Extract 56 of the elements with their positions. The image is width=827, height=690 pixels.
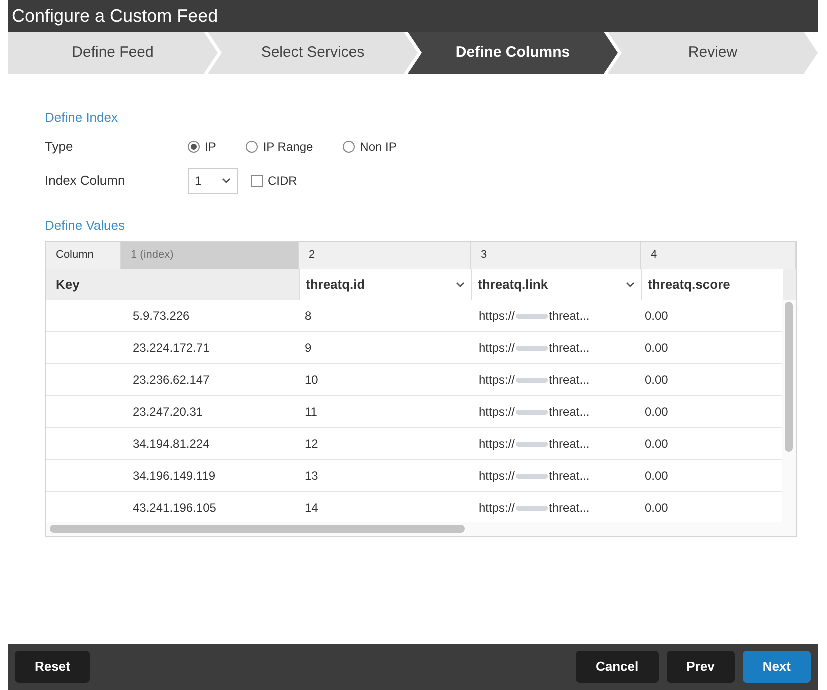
- table-cell-text: 13: [304, 468, 320, 484]
- table-cell-text: 23.247.20.31: [132, 404, 204, 420]
- table-cell-text: 0.00: [644, 308, 670, 324]
- chevron-down-icon: [626, 282, 635, 288]
- table-cell-text: 9: [304, 340, 313, 356]
- table-cell-text: 10: [304, 372, 320, 388]
- link-cell-text: https:// threat...: [478, 436, 591, 452]
- next-button[interactable]: Next: [742, 651, 811, 683]
- link-cell-text: https:// threat...: [478, 468, 591, 484]
- table-cell-text: 34.194.81.224: [132, 436, 211, 452]
- table-cell-text: 8: [304, 308, 313, 324]
- wizard-step-tab[interactable]: Select Services: [208, 32, 418, 74]
- vertical-scrollbar[interactable]: [782, 300, 796, 522]
- table-cell-text: 43.241.196.105: [132, 500, 218, 516]
- table-cell-text: 14: [304, 500, 320, 516]
- table-cell-text: 0.00: [644, 340, 670, 356]
- section-heading: Define Values: [45, 216, 126, 234]
- link-cell-text: https:// threat...: [478, 340, 591, 356]
- radio-option[interactable]: IP: [188, 138, 216, 156]
- table-cell-text: 0.00: [644, 468, 670, 484]
- dialog-button[interactable]: Reset: [15, 651, 90, 683]
- table-cell-text: 34.196.149.119: [132, 468, 217, 484]
- wizard-step-tab[interactable]: Review: [608, 32, 818, 74]
- link-cell-text: https:// threat...: [478, 404, 591, 420]
- section-heading: Define Index: [45, 109, 119, 127]
- wizard-step-tab[interactable]: Define Feed: [8, 32, 218, 74]
- radio-option[interactable]: IP Range: [246, 138, 314, 156]
- wizard-step-tab[interactable]: Define Columns: [408, 32, 618, 74]
- mapping-select[interactable]: threatq.link: [471, 269, 641, 300]
- table-cell-text: 0.00: [644, 404, 670, 420]
- table-cell-text: 5.9.73.226: [132, 308, 191, 324]
- key-header: Key: [55, 276, 81, 294]
- table-cell-text: 0.00: [644, 372, 670, 388]
- dialog-button[interactable]: Cancel: [576, 651, 659, 683]
- column-header: 1 (index): [121, 242, 299, 269]
- mapping-select[interactable]: threatq.score: [641, 269, 783, 300]
- table-cell-text: 12: [304, 436, 320, 452]
- field-label: Index Column: [45, 172, 126, 190]
- table-cell-text: 23.224.172.71: [132, 340, 211, 356]
- window-title: Configure a Custom Feed: [11, 4, 220, 28]
- horizontal-scrollbar[interactable]: [46, 522, 796, 536]
- link-cell-text: https:// threat...: [478, 308, 591, 324]
- chevron-down-icon: [222, 178, 231, 184]
- link-cell-text: https:// threat...: [478, 372, 591, 388]
- table-cell-text: 0.00: [644, 436, 670, 452]
- table-cell-text: 11: [304, 404, 318, 420]
- table-cell-text: 23.236.62.147: [132, 372, 211, 388]
- link-cell-text: https:// threat...: [478, 500, 591, 516]
- mapping-select[interactable]: threatq.id: [299, 269, 471, 300]
- field-label: Type: [45, 138, 74, 156]
- chevron-down-icon: [456, 282, 465, 288]
- table-cell-text: 0.00: [644, 500, 670, 516]
- index-column-select[interactable]: 1: [188, 168, 238, 194]
- radio-option[interactable]: Non IP: [343, 138, 397, 156]
- dialog-button[interactable]: Prev: [666, 651, 735, 683]
- cidr-checkbox[interactable]: CIDR: [251, 172, 298, 190]
